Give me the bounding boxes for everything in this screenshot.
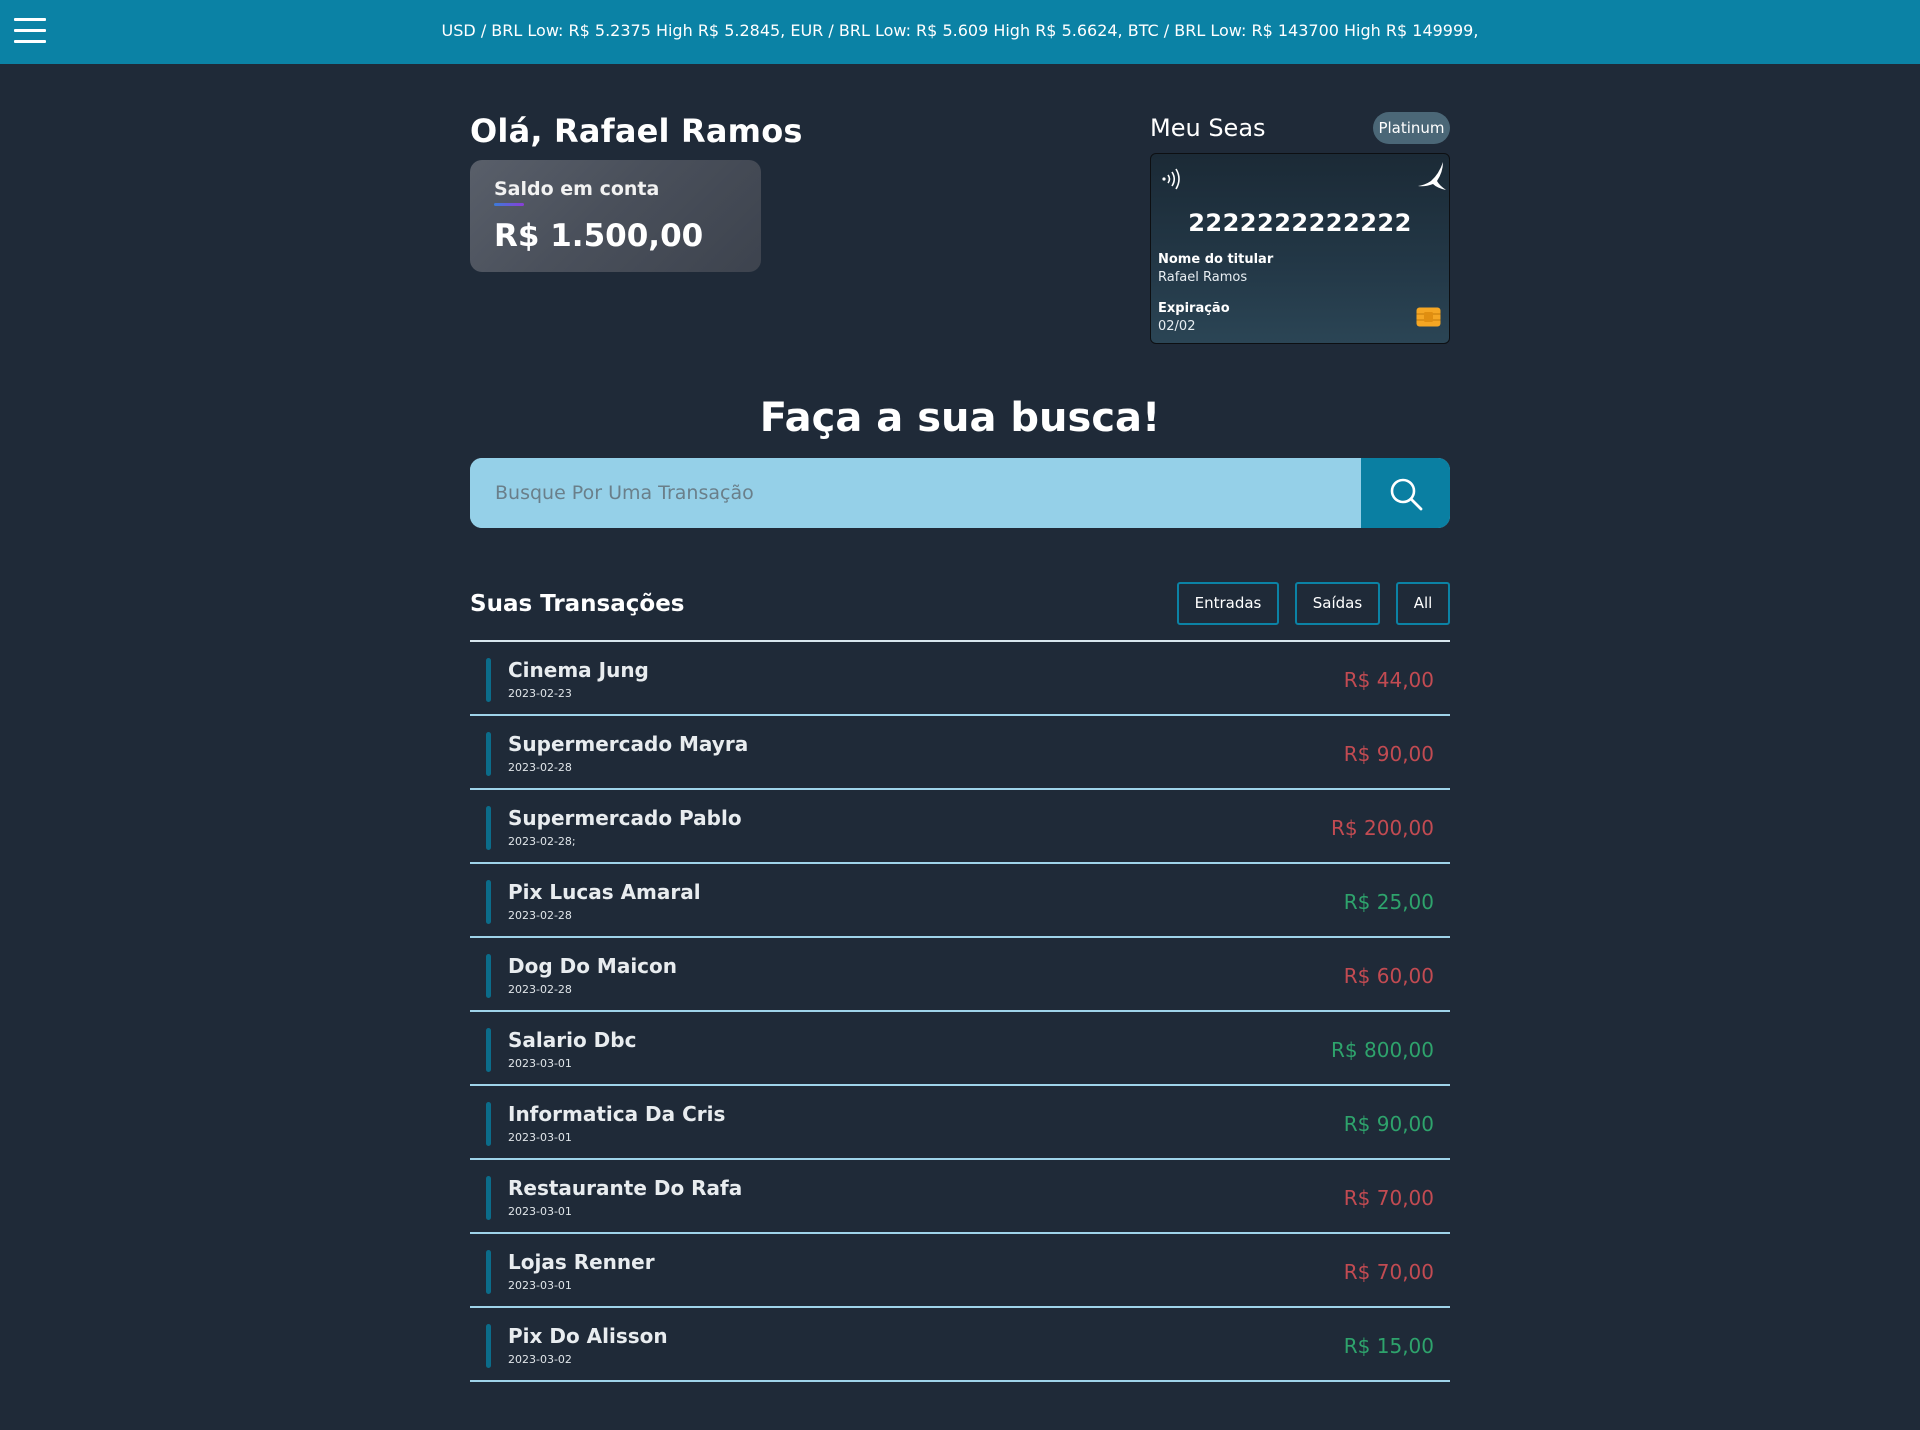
transaction-row[interactable]: Informatica Da Cris 2023-03-01 R$ 90,00	[470, 1086, 1450, 1160]
transaction-name: Cinema Jung	[508, 658, 649, 682]
bird-logo-icon	[1418, 162, 1446, 190]
transaction-row[interactable]: Supermercado Pablo 2023-02-28; R$ 200,00	[470, 790, 1450, 864]
transaction-amount: R$ 90,00	[1343, 1112, 1434, 1136]
expiration-label: Expiração	[1158, 301, 1230, 316]
transaction-name: Supermercado Mayra	[508, 732, 749, 756]
transaction-amount: R$ 800,00	[1331, 1038, 1434, 1062]
transaction-date: 2023-02-28	[508, 761, 572, 774]
transaction-amount: R$ 70,00	[1343, 1186, 1434, 1210]
transaction-date: 2023-02-23	[508, 687, 572, 700]
transaction-amount: R$ 15,00	[1343, 1334, 1434, 1358]
transaction-row[interactable]: Restaurante Do Rafa 2023-03-01 R$ 70,00	[470, 1160, 1450, 1234]
transaction-row[interactable]: Pix Do Alisson 2023-03-02 R$ 15,00	[470, 1308, 1450, 1382]
transaction-name: Pix Do Alisson	[508, 1324, 668, 1348]
top-bar: USD / BRL Low: R$ 5.2375 High R$ 5.2845,…	[0, 0, 1920, 64]
transaction-name: Dog Do Maicon	[508, 954, 678, 978]
transaction-amount: R$ 90,00	[1343, 742, 1434, 766]
transaction-accent	[486, 880, 491, 924]
holder-label: Nome do titular	[1158, 252, 1274, 267]
transaction-name: Restaurante Do Rafa	[508, 1176, 743, 1200]
balance-underline	[494, 203, 524, 206]
transaction-date: 2023-02-28	[508, 983, 572, 996]
credit-card[interactable]: 2222222222222 Nome do titular Rafael Ram…	[1150, 153, 1450, 344]
transaction-accent	[486, 954, 491, 998]
transactions-title: Suas Transações	[470, 591, 685, 617]
transaction-name: Salario Dbc	[508, 1028, 637, 1052]
greeting-title: Olá, Rafael Ramos	[470, 112, 803, 150]
transaction-row[interactable]: Cinema Jung 2023-02-23 R$ 44,00	[470, 642, 1450, 716]
transaction-list: Cinema Jung 2023-02-23 R$ 44,00 Supermer…	[470, 640, 1450, 1382]
transaction-name: Supermercado Pablo	[508, 806, 742, 830]
transaction-name: Informatica Da Cris	[508, 1102, 726, 1126]
transaction-amount: R$ 44,00	[1343, 668, 1434, 692]
expiration-value: 02/02	[1158, 319, 1196, 334]
transaction-date: 2023-03-01	[508, 1279, 572, 1292]
transaction-name: Lojas Renner	[508, 1250, 655, 1274]
transaction-date: 2023-02-28	[508, 909, 572, 922]
search-icon	[1390, 478, 1423, 511]
filter-saidas-button[interactable]: Saídas	[1295, 582, 1380, 625]
transaction-amount: R$ 25,00	[1343, 890, 1434, 914]
holder-name: Rafael Ramos	[1158, 270, 1248, 285]
transaction-date: 2023-03-01	[508, 1131, 572, 1144]
transaction-row[interactable]: Salario Dbc 2023-03-01 R$ 800,00	[470, 1012, 1450, 1086]
transaction-row[interactable]: Dog Do Maicon 2023-02-28 R$ 60,00	[470, 938, 1450, 1012]
transaction-amount: R$ 200,00	[1331, 816, 1434, 840]
balance-value: R$ 1.500,00	[494, 218, 704, 254]
card-number: 2222222222222	[1188, 209, 1412, 237]
transaction-accent	[486, 1324, 491, 1368]
tier-badge: Platinum	[1373, 112, 1450, 144]
transaction-date: 2023-02-28;	[508, 835, 576, 848]
search-bar	[470, 458, 1450, 528]
search-input[interactable]	[470, 458, 1361, 528]
transaction-row[interactable]: Supermercado Mayra 2023-02-28 R$ 90,00	[470, 716, 1450, 790]
nfc-icon	[1162, 168, 1180, 190]
transaction-accent	[486, 1176, 491, 1220]
transaction-name: Pix Lucas Amaral	[508, 880, 701, 904]
transaction-accent	[486, 1250, 491, 1294]
filter-entradas-button[interactable]: Entradas	[1177, 582, 1279, 625]
search-button[interactable]	[1361, 458, 1450, 528]
transaction-accent	[486, 658, 491, 702]
transaction-amount: R$ 70,00	[1343, 1260, 1434, 1284]
card-title: Meu Seas	[1150, 114, 1266, 142]
transaction-amount: R$ 60,00	[1343, 964, 1434, 988]
transaction-row[interactable]: Pix Lucas Amaral 2023-02-28 R$ 25,00	[470, 864, 1450, 938]
currency-ticker: USD / BRL Low: R$ 5.2375 High R$ 5.2845,…	[441, 21, 1479, 40]
transaction-accent	[486, 1102, 491, 1146]
transaction-row[interactable]: Lojas Renner 2023-03-01 R$ 70,00	[470, 1234, 1450, 1308]
transaction-date: 2023-03-01	[508, 1057, 572, 1070]
filter-all-button[interactable]: All	[1396, 582, 1450, 625]
transaction-date: 2023-03-02	[508, 1353, 572, 1366]
balance-card: Saldo em conta R$ 1.500,00	[470, 160, 761, 272]
balance-label: Saldo em conta	[494, 178, 660, 200]
chip-icon	[1416, 307, 1441, 327]
search-title: Faça a sua busca!	[759, 395, 1161, 441]
transaction-accent	[486, 1028, 491, 1072]
transaction-accent	[486, 732, 491, 776]
transaction-date: 2023-03-01	[508, 1205, 572, 1218]
transaction-accent	[486, 806, 491, 850]
